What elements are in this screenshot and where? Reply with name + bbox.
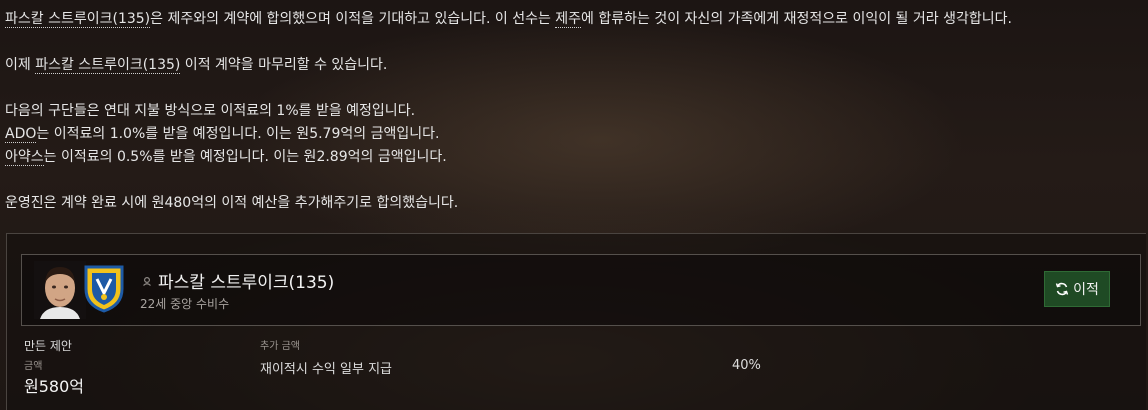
club-crest-icon[interactable] [82, 263, 126, 313]
player-description: 22세 중앙 수비수 [140, 297, 230, 311]
addon-value: 40% [732, 358, 761, 373]
club-link-ado[interactable]: ADO [5, 126, 37, 143]
player-link[interactable]: 파스칼 스트루이크(135) [5, 11, 151, 28]
player-status-icon [143, 276, 151, 286]
message-line-4: ADO는 이적료의 1.0%를 받을 예정입니다. 이는 원5.79억의 금액입… [5, 123, 1148, 146]
message-text: 이제 [5, 57, 36, 73]
message-line-6: 운영진은 계약 완료 시에 원480억의 이적 예산을 추가해주기로 합의했습니… [5, 195, 459, 211]
message-text: 는 이적료의 0.5%를 받을 예정입니다. 이는 원2.89억의 금액입니다. [43, 149, 447, 165]
club-link-jeju[interactable]: 제주 [555, 11, 582, 28]
player-header: 파스칼 스트루이크(135) 22세 중앙 수비수 이적 [21, 254, 1141, 326]
amount-value: 원580억 [24, 377, 84, 396]
message-text: 는 이적료의 1.0%를 받을 예정입니다. 이는 원5.79억의 금액입니다. [36, 126, 440, 142]
message-text: 에 합류하는 것이 자신의 가족에게 재정적으로 이익이 될 거라 생각합니다. [581, 11, 1012, 27]
addon-label: 추가 금액 [260, 341, 300, 352]
addon-name: 재이적시 수익 일부 지급 [260, 362, 392, 377]
player-link[interactable]: 파스칼 스트루이크(135) [35, 57, 181, 74]
transfer-button-label: 이적 [1073, 282, 1099, 298]
player-name[interactable]: 파스칼 스트루이크(135) [158, 268, 334, 293]
player-face-icon[interactable] [34, 261, 86, 319]
refresh-icon [1055, 282, 1069, 296]
offer-title: 만든 제안 [24, 339, 72, 353]
message-line-3: 다음의 구단들은 연대 지불 방식으로 이적료의 1%를 받을 예정입니다. [5, 103, 416, 119]
message-line-5: 아약스는 이적료의 0.5%를 받을 예정입니다. 이는 원2.89억의 금액입… [5, 146, 1148, 169]
transfer-offer-card: 파스칼 스트루이크(135) 22세 중앙 수비수 이적 만든 제안 금액 원5… [6, 233, 1146, 410]
message-text: 이적 계약을 마무리할 수 있습니다. [180, 57, 388, 73]
message-line-2: 이제 파스칼 스트루이크(135) 이적 계약을 마무리할 수 있습니다. [5, 54, 1148, 77]
message-line-1: 파스칼 스트루이크(135)은 제주와의 계약에 합의했으며 이적을 기대하고 … [5, 8, 1148, 31]
message-text: 은 제주와의 계약에 합의했으며 이적을 기대하고 있습니다. 이 선수는 [150, 11, 556, 27]
club-link-ajax[interactable]: 아약스 [5, 149, 44, 166]
transfer-button[interactable]: 이적 [1044, 271, 1110, 307]
inbox-message-body: 파스칼 스트루이크(135)은 제주와의 계약에 합의했으며 이적을 기대하고 … [5, 8, 1148, 215]
player-name-row: 파스칼 스트루이크(135) [142, 268, 334, 293]
amount-label: 금액 [24, 361, 43, 372]
